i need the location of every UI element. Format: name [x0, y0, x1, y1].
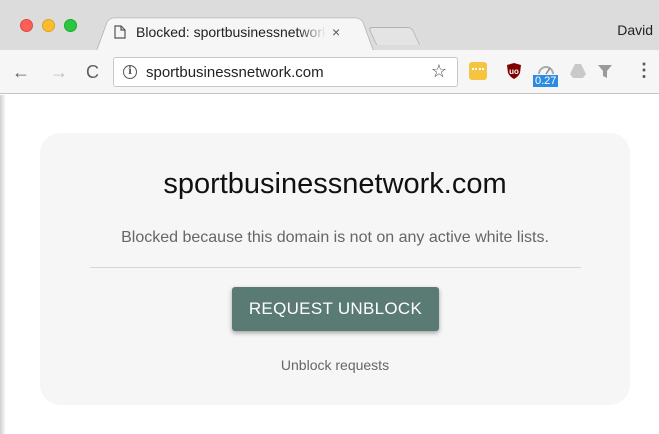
blocked-message: Blocked because this domain is not on an… — [121, 229, 549, 246]
gauge-icon — [538, 66, 554, 75]
block-card: sportbusinessnetwork.com Blocked because… — [40, 133, 630, 405]
new-tab-button[interactable] — [367, 27, 421, 45]
meter-extension-icon[interactable]: 0.27 — [533, 62, 559, 87]
filter-icon[interactable] — [596, 62, 614, 80]
profile-name[interactable]: David — [617, 22, 653, 38]
reload-icon[interactable]: C — [86, 62, 99, 82]
left-edge-shadow — [0, 95, 6, 434]
divider — [90, 267, 581, 268]
title-bar: Blocked: sportbusinessnetwork.com × Davi… — [0, 0, 659, 51]
svg-text:uo: uo — [509, 67, 519, 76]
unblock-requests-link[interactable]: Unblock requests — [40, 357, 630, 373]
bookmark-star-icon[interactable]: ☆ — [431, 61, 447, 82]
window-maximize-button[interactable] — [64, 19, 77, 32]
url-text[interactable]: sportbusinessnetwork.com — [146, 64, 324, 81]
request-unblock-button[interactable]: REQUEST UNBLOCK — [232, 287, 439, 331]
window-close-button[interactable] — [20, 19, 33, 32]
blocked-domain-title: sportbusinessnetwork.com — [163, 168, 507, 200]
tab-close-icon[interactable]: × — [332, 24, 340, 40]
menu-icon[interactable]: ⋮ — [635, 60, 653, 80]
meter-badge: 0.27 — [533, 75, 559, 87]
ublock-icon[interactable]: uo — [505, 62, 523, 80]
forward-arrow-icon[interactable]: → — [50, 62, 68, 82]
drive-icon[interactable] — [569, 62, 587, 80]
address-bar[interactable]: i sportbusinessnetwork.com ☆ — [113, 57, 458, 87]
page-icon — [114, 25, 126, 39]
notes-extension-icon[interactable] — [469, 62, 487, 80]
tab-content: Blocked: sportbusinessnetwork.com × — [106, 14, 362, 50]
back-arrow-icon[interactable]: ← — [12, 62, 30, 82]
window-minimize-button[interactable] — [42, 19, 55, 32]
info-icon[interactable]: i — [123, 65, 137, 79]
tab-title: Blocked: sportbusinessnetwork.com — [136, 24, 326, 40]
